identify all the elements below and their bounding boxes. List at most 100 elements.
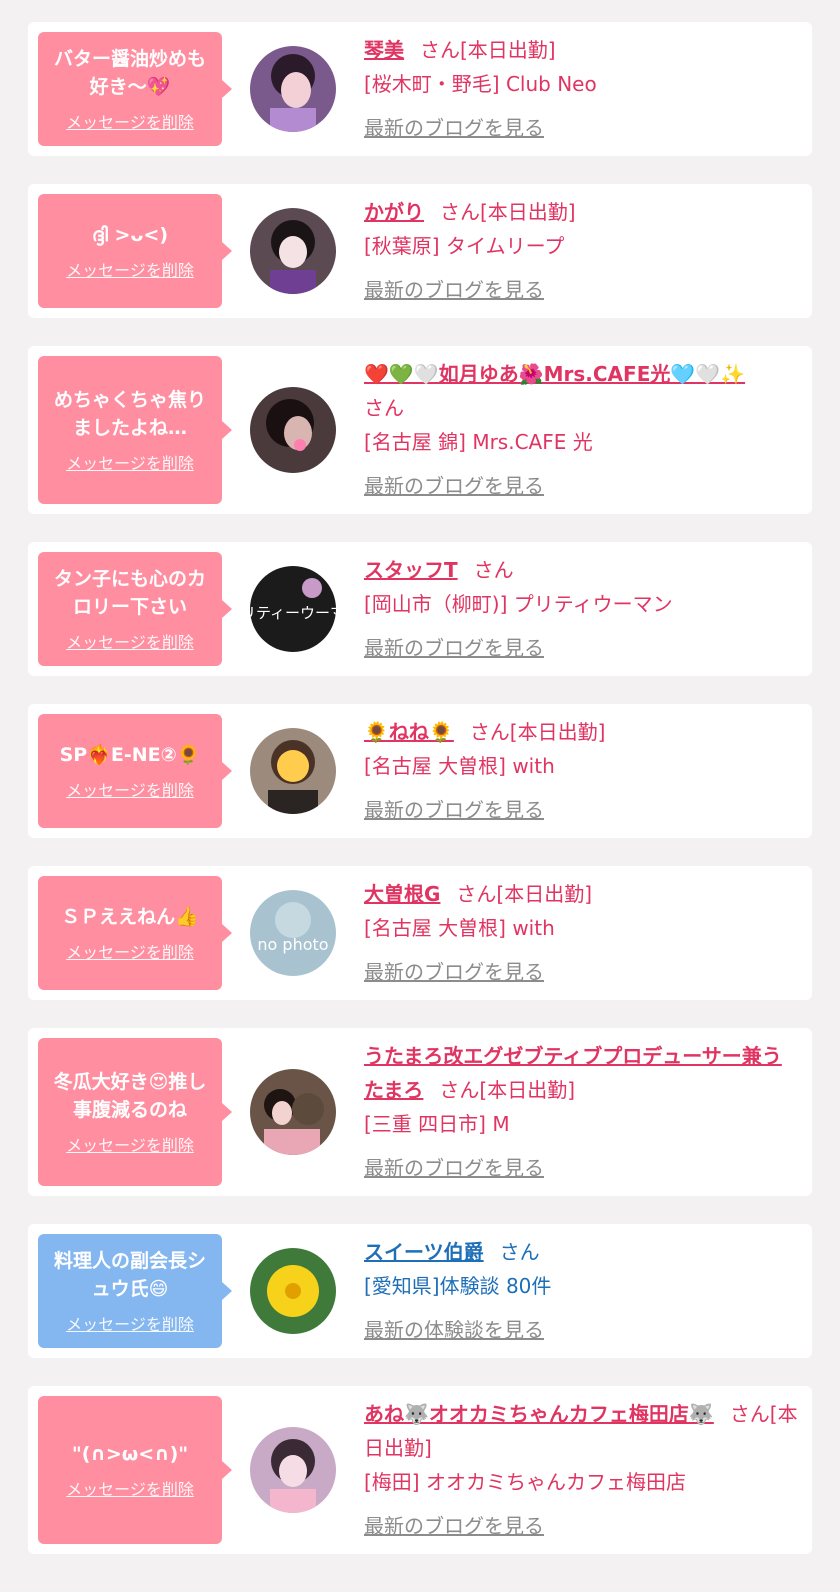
shop-info: [秋葉原] タイムリープ [364,234,565,258]
profile-info: スタッフT さん [岡山市（柳町)] プリティウーマン 最新のブログを見る [364,553,800,665]
list-item: 料理人の副会長シ ュウ氏😄 メッセージを削除 スイーツ伯爵 さん [愛知県]体験談… [28,1224,812,1358]
list-item: SP❤️‍🔥E-NE②🌻 メッセージを削除 🌻ねね🌻 さん[本日出勤] [名古屋 … [28,704,812,838]
avatar[interactable]: プリティーウーマン [250,566,336,652]
avatar-image [250,728,336,814]
latest-blog-link[interactable]: 最新のブログを見る [364,469,544,503]
avatar-image [250,208,336,294]
avatar-image: プリティーウーマン [250,566,336,652]
latest-blog-link[interactable]: 最新のブログを見る [364,955,544,989]
avatar[interactable] [250,1248,336,1334]
name-suffix: さん[本日出勤] [440,200,576,224]
name-suffix: さん [364,396,404,420]
avatar-logo-text: プリティーウーマン [250,604,336,622]
avatar[interactable] [250,1069,336,1155]
avatar[interactable] [250,208,336,294]
delete-message-link[interactable]: メッセージを削除 [66,1132,194,1156]
avatar-image [250,1427,336,1513]
latest-blog-link[interactable]: 最新のブログを見る [364,631,544,665]
list-item: ദ്ദി >ᴗ<) メッセージを削除 かがり さん[本日出勤] [秋葉原] タイム… [28,184,812,318]
list-item: タン子にも心のカ ロリー下さい メッセージを削除 プリティーウーマン スタッフT… [28,542,812,676]
profile-info: かがり さん[本日出勤] [秋葉原] タイムリープ 最新のブログを見る [364,195,800,307]
profile-info: 🌻ねね🌻 さん[本日出勤] [名古屋 大曽根] with 最新のブログを見る [364,715,800,827]
delete-message-link[interactable]: メッセージを削除 [66,257,194,281]
list-item: 冬瓜大好き😍推し 事腹減るのね メッセージを削除 うたまろ改エグゼブティブプロデ… [28,1028,812,1196]
profile-info: うたまろ改エグゼブティブプロデューサー兼うたまろ さん[本日出勤] [三重 四日市… [364,1039,800,1185]
avatar[interactable] [250,387,336,473]
message-bubble: "(∩>ω<∩)" メッセージを削除 [38,1396,232,1544]
name-suffix: さん [473,558,514,582]
name-suffix: さん[本日出勤] [469,720,606,744]
profile-info: スイーツ伯爵 さん [愛知県]体験談 80件 最新の体験談を見る [364,1235,800,1347]
profile-name-link[interactable]: スイーツ伯爵 [364,1240,484,1264]
shop-info: [桜木町・野毛] Club Neo [364,72,597,96]
avatar[interactable] [250,46,336,132]
message-bubble: 冬瓜大好き😍推し 事腹減るのね メッセージを削除 [38,1038,232,1186]
delete-message-link[interactable]: メッセージを削除 [66,109,194,133]
name-suffix: さん[本日出勤] [420,38,556,62]
list-item: ＳＰええねん👍 メッセージを削除 no photo 大曽根G さん[本日出勤] [… [28,866,812,1000]
profile-name-link[interactable]: かがり [364,200,424,224]
latest-blog-link[interactable]: 最新のブログを見る [364,1509,544,1543]
name-suffix: さん [499,1240,540,1264]
list-item: めちゃくちゃ焦り ましたよね… メッセージを削除 ❤️💚🤍如月ゆあ🌺Mrs.CA… [28,346,812,514]
latest-blog-link[interactable]: 最新のブログを見る [364,111,544,145]
avatar-image [250,1248,336,1334]
message-text: バター醤油炒めも 好き〜💖 [53,48,206,98]
shop-info: [名古屋 大曽根] with [364,754,555,778]
message-text: ＳＰええねん👍 [61,906,199,928]
follow-list: バター醤油炒めも 好き〜💖 メッセージを削除 琴美 さん[本日出勤] [桜木町・野… [0,0,840,1554]
name-suffix: さん[本日出勤] [439,1078,576,1102]
delete-message-link[interactable]: メッセージを削除 [66,777,194,801]
shop-info: [愛知県]体験談 80件 [364,1274,552,1298]
latest-blog-link[interactable]: 最新のブログを見る [364,1151,544,1185]
profile-name-link[interactable]: 🌻ねね🌻 [364,720,454,744]
profile-info: 琴美 さん[本日出勤] [桜木町・野毛] Club Neo 最新のブログを見る [364,33,800,145]
avatar-image [250,387,336,473]
avatar[interactable] [250,728,336,814]
profile-info: 大曽根G さん[本日出勤] [名古屋 大曽根] with 最新のブログを見る [364,877,800,989]
avatar-image [250,46,336,132]
profile-name-link[interactable]: 琴美 [364,38,404,62]
avatar-image: no photo [250,890,336,976]
shop-info: [岡山市（柳町)] プリティウーマン [364,592,673,616]
profile-name-link[interactable]: あね🐺オオカミちゃんカフェ梅田店🐺 [364,1402,714,1426]
message-text: タン子にも心のカ ロリー下さい [53,568,206,618]
message-bubble: タン子にも心のカ ロリー下さい メッセージを削除 [38,552,232,666]
message-bubble: めちゃくちゃ焦り ましたよね… メッセージを削除 [38,356,232,504]
list-item: バター醤油炒めも 好き〜💖 メッセージを削除 琴美 さん[本日出勤] [桜木町・野… [28,22,812,156]
avatar-image [250,1069,336,1155]
delete-message-link[interactable]: メッセージを削除 [66,1476,194,1500]
profile-name-link[interactable]: 大曽根G [364,882,440,906]
latest-report-link[interactable]: 最新の体験談を見る [364,1313,544,1347]
avatar[interactable]: no photo [250,890,336,976]
shop-info: [名古屋 錦] Mrs.CAFE 光 [364,430,593,454]
message-text: ദ്ദി >ᴗ<) [91,224,169,246]
delete-message-link[interactable]: メッセージを削除 [66,450,194,474]
message-text: SP❤️‍🔥E-NE②🌻 [59,744,201,766]
list-item: "(∩>ω<∩)" メッセージを削除 あね🐺オオカミちゃんカフェ梅田店🐺 さん[本… [28,1386,812,1554]
shop-info: [名古屋 大曽根] with [364,916,555,940]
latest-blog-link[interactable]: 最新のブログを見る [364,793,544,827]
profile-name-link[interactable]: ❤️💚🤍如月ゆあ🌺Mrs.CAFE光🩵🤍✨ [364,362,745,386]
message-bubble: SP❤️‍🔥E-NE②🌻 メッセージを削除 [38,714,232,828]
delete-message-link[interactable]: メッセージを削除 [66,1311,194,1335]
message-bubble: ദ്ദി >ᴗ<) メッセージを削除 [38,194,232,308]
delete-message-link[interactable]: メッセージを削除 [66,939,194,963]
message-text: 冬瓜大好き😍推し 事腹減るのね [53,1071,207,1121]
shop-info: [三重 四日市] M [364,1112,510,1136]
no-photo-text: no photo [257,935,328,954]
message-text: めちゃくちゃ焦り ましたよね… [53,389,206,439]
profile-info: あね🐺オオカミちゃんカフェ梅田店🐺 さん[本日出勤] [梅田] オオカミちゃんカフ… [364,1397,800,1543]
avatar[interactable] [250,1427,336,1513]
message-text: 料理人の副会長シ ュウ氏😄 [53,1250,206,1300]
latest-blog-link[interactable]: 最新のブログを見る [364,273,544,307]
delete-message-link[interactable]: メッセージを削除 [66,629,194,653]
message-bubble: ＳＰええねん👍 メッセージを削除 [38,876,232,990]
message-bubble: 料理人の副会長シ ュウ氏😄 メッセージを削除 [38,1234,232,1348]
profile-name-link[interactable]: スタッフT [364,558,458,582]
shop-info: [梅田] オオカミちゃんカフェ梅田店 [364,1470,686,1494]
message-text: "(∩>ω<∩)" [71,1443,189,1465]
message-bubble: バター醤油炒めも 好き〜💖 メッセージを削除 [38,32,232,146]
name-suffix: さん[本日出勤] [456,882,593,906]
profile-info: ❤️💚🤍如月ゆあ🌺Mrs.CAFE光🩵🤍✨ さん [名古屋 錦] Mrs.CAFE… [364,357,800,503]
